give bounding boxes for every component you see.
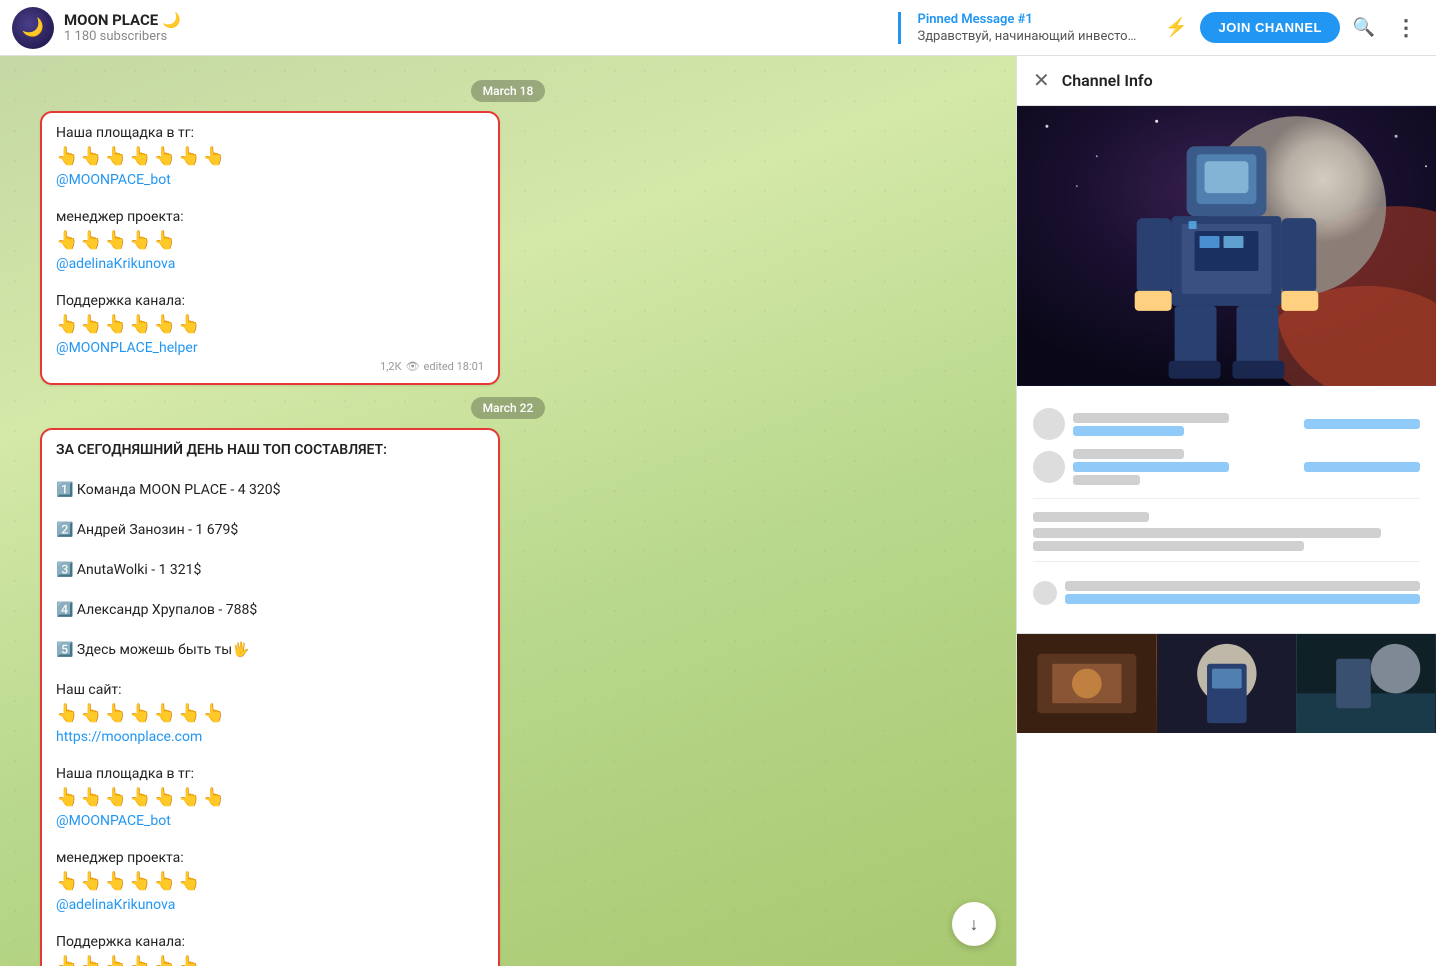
pinned-label: Pinned Message #1: [917, 12, 1137, 27]
message-text-3: Поддержка канала:: [56, 291, 484, 312]
manager-link[interactable]: @adelinaKrikunova: [56, 256, 175, 272]
site-label: Наш сайт:: [56, 680, 484, 701]
channel-info-panel: ✕ Channel Info: [1016, 56, 1436, 966]
info-icon-small: [1033, 581, 1057, 605]
media-thumbnails: [1017, 633, 1436, 733]
info-content: [1017, 386, 1436, 633]
helper-link[interactable]: @MOONPLACE_helper: [56, 340, 198, 356]
chat-header: 🌙 MOON PLACE 🌙 1 180 subscribers Pinned …: [0, 0, 1436, 56]
messages-list[interactable]: March 18 Наша площадка в тг: 👆👆👆👆👆👆👆 @MO…: [0, 56, 1016, 966]
more-icon: ⋮: [1395, 15, 1417, 41]
thumbnail-image-1: [1017, 634, 1157, 733]
message-bubble-2: ЗА СЕГОДНЯШНИЙ ДЕНЬ НАШ ТОП СОСТАВЛЯЕТ: …: [40, 428, 500, 966]
views-count: 1,2К: [380, 360, 402, 373]
info-lines-3: [1065, 578, 1420, 607]
info-panel-title: Channel Info: [1062, 71, 1420, 90]
info-lines-2: [1073, 446, 1296, 488]
info-row-1: [1033, 408, 1420, 440]
filter-icon: ⚡: [1165, 17, 1187, 38]
platform-label: Наша площадка в тг:: [56, 764, 484, 785]
message-text: Наша площадка в тг:: [56, 123, 484, 144]
section-line-1: [1033, 528, 1381, 538]
section-label: [1033, 512, 1149, 522]
pinned-message-bar[interactable]: Pinned Message #1 Здравствуй, начинающий…: [898, 12, 1158, 44]
views-icon: 👁: [406, 360, 420, 373]
rank-3: 3️⃣ AnutaWolki - 1 321$: [56, 560, 484, 581]
support-label: Поддержка канала:: [56, 932, 484, 953]
rank-1: 1️⃣ Команда MOON PLACE - 4 320$: [56, 480, 484, 501]
info-line-blue: [1073, 426, 1184, 436]
emoji-5: 👆👆👆👆👆👆👆: [56, 787, 484, 808]
thumbnail-3[interactable]: [1296, 634, 1436, 733]
info-panel-header: ✕ Channel Info: [1017, 56, 1436, 106]
rank-2: 2️⃣ Андрей Занозин - 1 679$: [56, 520, 484, 541]
info-avatar-1: [1033, 408, 1065, 440]
emoji-4: 👆👆👆👆👆👆👆: [56, 703, 484, 724]
info-line-4: [1065, 581, 1420, 591]
info-row-3: [1033, 578, 1420, 607]
bot-link-2[interactable]: @MOONPACE_bot: [56, 813, 171, 829]
filter-button[interactable]: ⚡: [1158, 10, 1194, 46]
info-row-2: [1033, 446, 1420, 488]
scroll-to-bottom-button[interactable]: ↓: [952, 902, 996, 946]
bot-link[interactable]: @MOONPACE_bot: [56, 172, 171, 188]
thumbnail-1[interactable]: [1017, 634, 1157, 733]
emoji-6: 👆👆👆👆👆👆: [56, 871, 484, 892]
search-button[interactable]: 🔍: [1346, 10, 1382, 46]
channel-info: MOON PLACE 🌙 1 180 subscribers: [64, 11, 898, 44]
channel-name: MOON PLACE 🌙: [64, 11, 898, 29]
close-info-panel-button[interactable]: ✕: [1033, 68, 1050, 93]
site-link[interactable]: https://moonplace.com: [56, 729, 202, 745]
info-line-blue-2: [1073, 462, 1229, 472]
info-line-blue-3: [1065, 594, 1420, 604]
join-channel-button[interactable]: JOIN CHANNEL: [1200, 12, 1340, 43]
pinned-preview: Здравствуй, начинающий инвесто...: [917, 29, 1137, 44]
more-button[interactable]: ⋮: [1388, 10, 1424, 46]
info-lines-1: [1073, 410, 1296, 439]
manager-label: менеджер проекта:: [56, 848, 484, 869]
date-badge-march18: March 18: [40, 80, 976, 99]
close-icon: ✕: [1033, 70, 1050, 92]
chat-panel: March 18 Наша площадка в тг: 👆👆👆👆👆👆👆 @MO…: [0, 56, 1016, 966]
emoji-decoration: 👆👆👆👆👆👆👆: [56, 146, 484, 167]
thumbnail-image-3: [1296, 634, 1436, 733]
channel-banner: [1017, 106, 1436, 386]
info-section-1: [1033, 498, 1420, 551]
thumbnail-2[interactable]: [1157, 634, 1297, 733]
section-line-2: [1033, 541, 1304, 551]
message-bubble: Наша площадка в тг: 👆👆👆👆👆👆👆 @MOONPACE_bo…: [40, 111, 500, 385]
thumbnail-image-2: [1157, 634, 1297, 733]
channel-avatar[interactable]: 🌙: [12, 7, 54, 49]
main-layout: March 18 Наша площадка в тг: 👆👆👆👆👆👆👆 @MO…: [0, 56, 1436, 966]
info-section-2: [1033, 561, 1420, 607]
info-line: [1073, 413, 1229, 423]
emoji-7: 👆👆👆👆👆👆: [56, 955, 484, 966]
top-message-text: ЗА СЕГОДНЯШНИЙ ДЕНЬ НАШ ТОП СОСТАВЛЯЕТ:: [56, 440, 484, 461]
rank-5: 5️⃣ Здесь можешь быть ты🖐: [56, 640, 484, 661]
info-avatar-2: [1033, 451, 1065, 483]
emoji-decoration-2: 👆👆👆👆👆: [56, 230, 484, 251]
info-badge-2: [1304, 462, 1420, 472]
subscriber-count: 1 180 subscribers: [64, 29, 898, 44]
info-line-3: [1073, 475, 1140, 485]
date-badge-march22: March 22: [40, 397, 976, 416]
search-icon: 🔍: [1353, 17, 1375, 38]
emoji-decoration-3: 👆👆👆👆👆👆: [56, 314, 484, 335]
info-line-2: [1073, 449, 1184, 459]
info-badge: [1304, 419, 1420, 429]
edited-time: edited 18:01: [424, 360, 484, 373]
rank-4: 4️⃣ Александр Хрупалов - 788$: [56, 600, 484, 621]
header-actions: ⚡ JOIN CHANNEL 🔍 ⋮: [1158, 10, 1424, 46]
astronaut-image: [1017, 106, 1436, 386]
message-meta: 1,2К 👁 edited 18:01: [56, 360, 484, 373]
message-text-2: менеджер проекта:: [56, 207, 484, 228]
scroll-down-icon: ↓: [970, 914, 979, 935]
manager-link-2[interactable]: @adelinaKrikunova: [56, 897, 175, 913]
